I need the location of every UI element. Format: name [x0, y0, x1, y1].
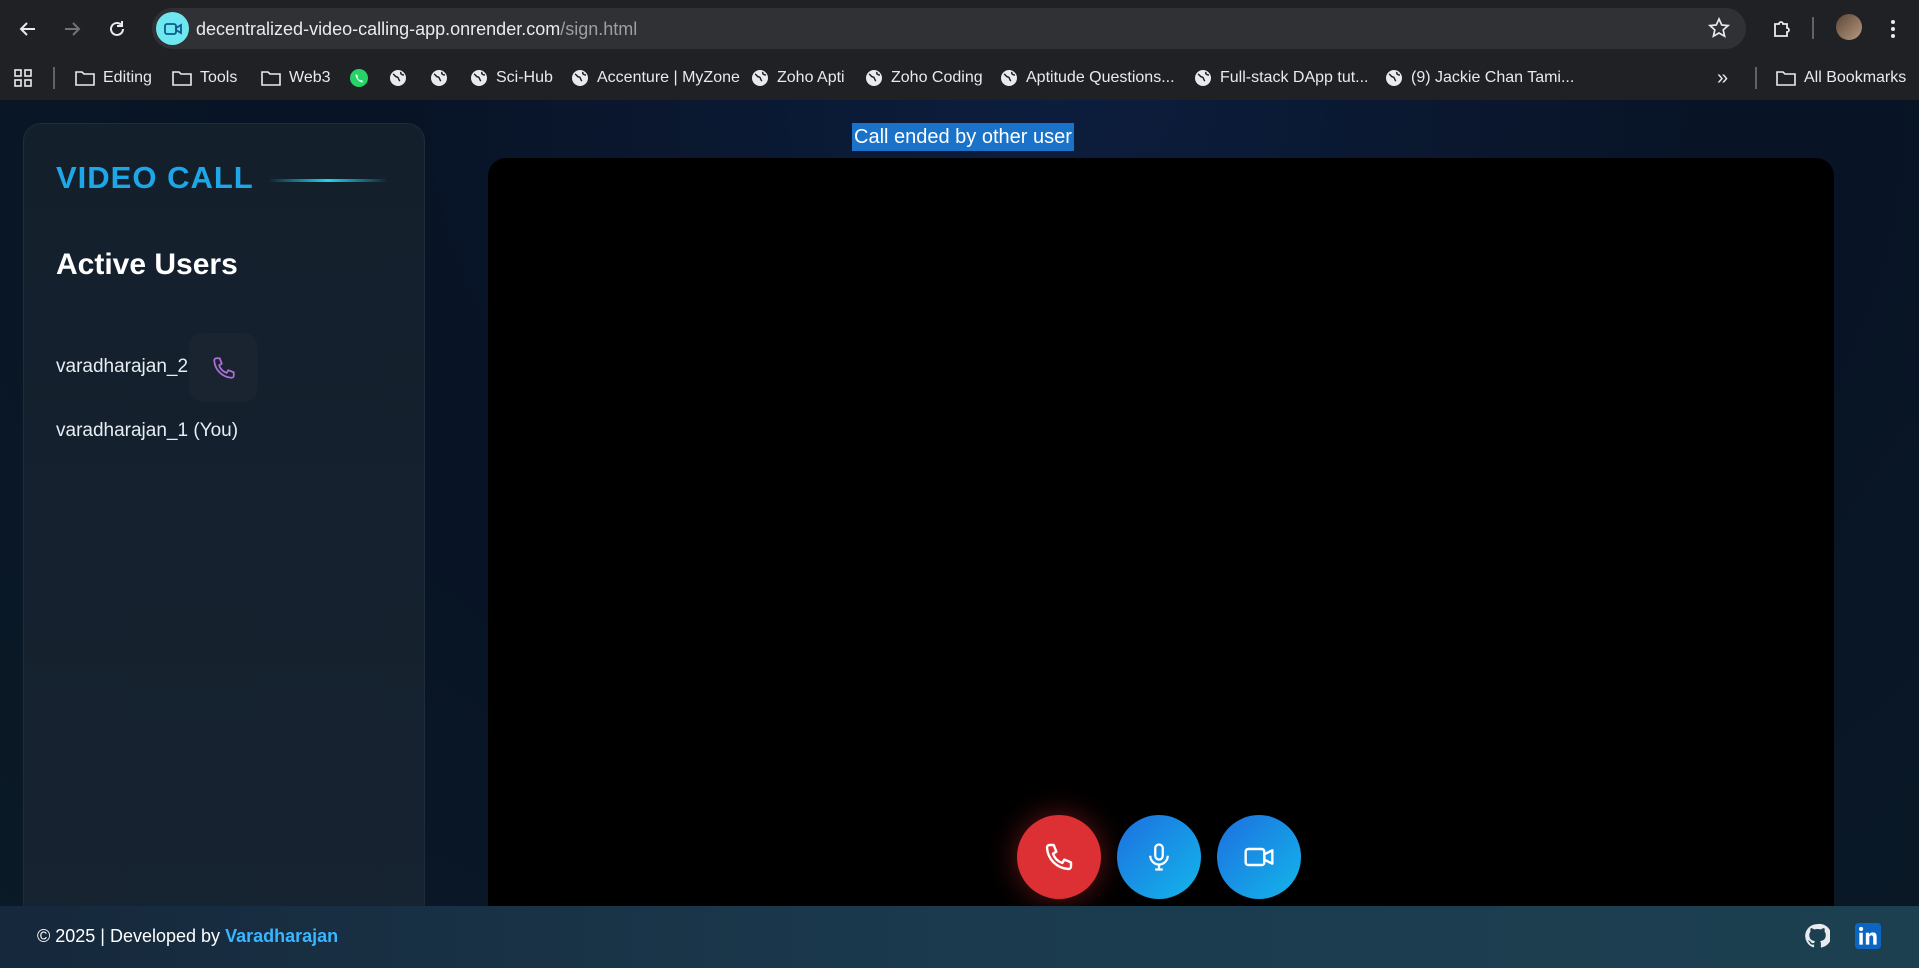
kebab-menu-icon: [1891, 20, 1895, 38]
camera-toggle-button[interactable]: [1217, 815, 1301, 899]
phone-icon: [212, 356, 235, 379]
back-button[interactable]: [13, 14, 43, 44]
bookmark-jackie-chan[interactable]: (9) Jackie Chan Tami...: [1385, 66, 1574, 90]
extensions-button[interactable]: [1767, 14, 1797, 44]
user-item: varadharajan_2: [56, 356, 189, 377]
globe-icon: [1195, 70, 1211, 86]
folder-icon: [261, 71, 281, 86]
arrow-right-icon: [65, 22, 81, 36]
footer: © 2025 | Developed by Varadharajan: [0, 906, 1919, 968]
phone-icon: [1045, 843, 1073, 871]
mic-toggle-button[interactable]: [1117, 815, 1201, 899]
active-users-heading: Active Users: [56, 248, 238, 281]
arrow-left-icon: [19, 22, 35, 36]
brand-title: VIDEO CALL: [56, 160, 254, 195]
toolbar-divider: [1812, 17, 1814, 39]
copyright-text: © 2025 | Developed by: [37, 926, 226, 946]
call-user-button[interactable]: [189, 333, 258, 402]
bookmark-label: Zoho Apti: [777, 69, 845, 86]
bookmark-star-icon[interactable]: [1707, 16, 1731, 39]
github-icon: [1805, 923, 1830, 948]
brand-underline: [268, 179, 388, 182]
bookmarks-bar: Editing Tools Web3 Sci-Hub Accenture | M…: [0, 56, 1919, 100]
bookmark-folder-web3[interactable]: Web3: [261, 66, 331, 90]
bookmark-aptitude-questions[interactable]: Aptitude Questions...: [1000, 66, 1175, 90]
sidebar: VIDEO CALL Active Users varadharajan_2 v…: [23, 123, 425, 965]
bookmark-label: Accenture | MyZone: [597, 69, 740, 86]
bookmark-folder-editing[interactable]: Editing: [75, 66, 152, 90]
bookmark-sci-hub[interactable]: Sci-Hub: [470, 66, 553, 90]
folder-icon: [1776, 71, 1796, 86]
profile-avatar[interactable]: [1836, 14, 1862, 40]
bookmark-label: Web3: [289, 69, 331, 86]
apps-grid-icon: [14, 69, 32, 87]
site-video-icon: [156, 12, 189, 45]
reload-icon: [110, 21, 124, 36]
whatsapp-icon: [350, 69, 368, 87]
forward-button[interactable]: [57, 14, 87, 44]
developer-link[interactable]: Varadharajan: [225, 926, 338, 946]
bookmark-label: Zoho Coding: [891, 69, 983, 86]
url-text: decentralized-video-calling-app.onrender…: [196, 19, 638, 39]
globe-icon: [866, 70, 882, 86]
bookmark-fullstack-dapp[interactable]: Full-stack DApp tut...: [1194, 66, 1369, 90]
bookmark-globe-2[interactable]: [430, 66, 448, 90]
bookmarks-divider: [53, 67, 55, 89]
bookmark-folder-tools[interactable]: Tools: [172, 66, 237, 90]
menu-button[interactable]: [1878, 14, 1908, 44]
bookmark-zoho-apti[interactable]: Zoho Apti: [751, 66, 845, 90]
bookmark-label: Aptitude Questions...: [1026, 69, 1175, 86]
footer-copyright: © 2025 | Developed by Varadharajan: [37, 926, 338, 947]
bookmark-zoho-coding[interactable]: Zoho Coding: [865, 66, 983, 90]
bookmark-label: Editing: [103, 69, 152, 86]
microphone-icon: [1149, 843, 1169, 871]
bookmarks-divider: [1755, 67, 1757, 89]
reload-button[interactable]: [102, 14, 132, 44]
folder-icon: [75, 71, 95, 86]
app-page: VIDEO CALL Active Users varadharajan_2 v…: [0, 100, 1919, 968]
globe-icon: [471, 70, 487, 86]
toolbar: decentralized-video-calling-app.onrender…: [0, 0, 1919, 56]
globe-icon: [1001, 70, 1017, 86]
github-link[interactable]: [1803, 922, 1831, 950]
address-bar[interactable]: decentralized-video-calling-app.onrender…: [152, 8, 1746, 49]
apps-button[interactable]: [13, 66, 33, 90]
linkedin-icon: [1855, 923, 1881, 949]
bookmark-label: (9) Jackie Chan Tami...: [1411, 69, 1575, 86]
globe-icon: [431, 70, 447, 86]
user-item-self: varadharajan_1 (You): [56, 420, 239, 441]
all-bookmarks-label: All Bookmarks: [1804, 69, 1907, 86]
video-camera-icon: [1244, 847, 1274, 867]
call-status-message: Call ended by other user: [852, 123, 1074, 151]
bookmark-whatsapp[interactable]: [349, 66, 369, 90]
bookmarks-overflow-button[interactable]: »: [1717, 66, 1728, 90]
bookmark-globe-1[interactable]: [389, 66, 407, 90]
globe-icon: [572, 70, 588, 86]
linkedin-link[interactable]: [1854, 922, 1882, 950]
chevrons-right-icon: »: [1717, 66, 1729, 89]
globe-icon: [752, 70, 768, 86]
all-bookmarks-button[interactable]: All Bookmarks: [1776, 66, 1906, 90]
end-call-button[interactable]: [1017, 815, 1101, 899]
globe-icon: [1386, 70, 1402, 86]
bookmark-label: Sci-Hub: [496, 69, 553, 86]
bookmark-accenture[interactable]: Accenture | MyZone: [571, 66, 740, 90]
folder-icon: [172, 71, 192, 86]
globe-icon: [390, 70, 406, 86]
bookmark-label: Tools: [200, 69, 238, 86]
puzzle-icon: [1774, 21, 1790, 37]
browser-chrome: decentralized-video-calling-app.onrender…: [0, 0, 1919, 100]
bookmark-label: Full-stack DApp tut...: [1220, 69, 1369, 86]
